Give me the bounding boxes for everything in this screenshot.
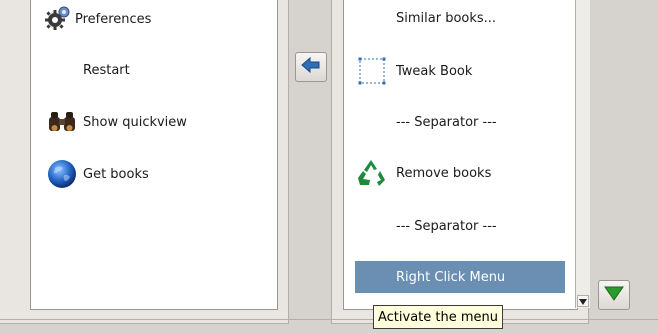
move-to-available-button[interactable] [295,52,327,82]
list-item-separator[interactable]: --- Separator --- [396,219,497,234]
globe-icon [45,159,79,189]
left-arrow-icon [301,56,321,78]
available-actions-list[interactable]: Preferences Restart Show quickview Get b… [30,0,278,310]
list-item-label: Get books [83,166,149,182]
move-down-button[interactable] [598,280,630,310]
list-item-remove-books[interactable]: Remove books [354,158,491,188]
down-arrow-icon [604,285,624,305]
list-item-similar-books[interactable]: Similar books... [396,11,496,26]
tweak-selection-icon [354,56,388,86]
current-actions-list[interactable]: Similar books... Tweak Book --- Separato… [343,0,578,310]
tooltip: Activate the menu [373,305,504,329]
list-item-separator[interactable]: --- Separator --- [396,115,497,130]
list-item-right-click-menu[interactable]: Right Click Menu [355,261,565,293]
bottom-divider [0,319,658,320]
list-item-label: Remove books [396,165,492,181]
list-item-label: Tweak Book [396,63,473,79]
scroll-down-button[interactable] [577,295,589,307]
list-item-tweak-book[interactable]: Tweak Book [354,56,472,86]
list-item-restart[interactable]: Restart [83,63,130,78]
binoculars-icon [45,107,79,137]
list-item-preferences[interactable]: Preferences [41,4,151,34]
list-item-label: Preferences [75,11,152,27]
list-item-get-books[interactable]: Get books [45,159,149,189]
vertical-scrollbar[interactable] [575,0,590,308]
chevron-down-icon [579,294,587,309]
list-item-label: Right Click Menu [396,269,506,285]
list-item-label: Show quickview [83,114,187,130]
list-item-show-quickview[interactable]: Show quickview [45,107,187,137]
tooltip-text: Activate the menu [378,309,499,325]
recycle-icon [354,158,388,188]
gear-icon [41,4,75,34]
